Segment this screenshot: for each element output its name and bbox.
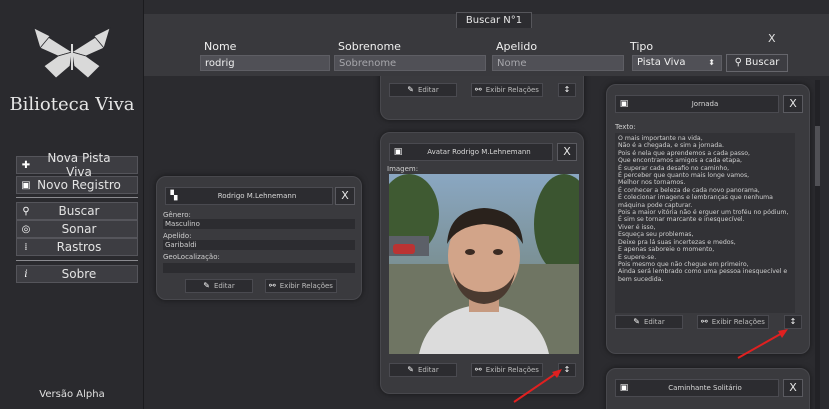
sidebar-divider — [16, 260, 138, 261]
apelido-input[interactable] — [492, 55, 624, 71]
show-relations-button[interactable]: ⚯ Exibir Relações — [471, 83, 543, 97]
edit-button[interactable]: ✎ Editar — [615, 315, 683, 329]
sonar-icon: ◎ — [21, 223, 31, 235]
edit-button-label: Editar — [417, 366, 439, 374]
edit-button-label: Editar — [643, 318, 665, 326]
sidebar-item-label: Rastros — [56, 240, 102, 254]
apelido-value: Garibaldi — [163, 240, 355, 250]
image-icon: ▣ — [393, 147, 403, 157]
relations-icon: ⚯ — [475, 365, 482, 374]
geolocalizacao-label: GeoLocalização: — [163, 253, 220, 261]
updown-arrow-icon: ↕ — [563, 85, 571, 94]
sidebar-item-rastros[interactable]: ⁞ Rastros — [16, 238, 138, 256]
sidebar-item-sonar[interactable]: ◎ Sonar — [16, 220, 138, 238]
butterfly-logo-icon — [33, 27, 111, 79]
app-title: Bilioteca Viva — [9, 94, 135, 115]
sidebar-item-label: Sobre — [61, 267, 97, 281]
version-label: Versão Alpha — [39, 389, 105, 400]
geolocalizacao-value — [163, 263, 355, 273]
genero-value: Masculino — [163, 219, 355, 229]
sidebar-item-label: Novo Registro — [37, 178, 121, 192]
scrollbar-thumb[interactable] — [815, 126, 820, 186]
tipo-selected-value: Pista Viva — [637, 57, 686, 68]
nome-input[interactable] — [200, 55, 330, 71]
sidebar-item-buscar[interactable]: ⚲ Buscar — [16, 202, 138, 220]
nome-label: Nome — [204, 40, 237, 53]
pencil-icon: ✎ — [633, 317, 640, 326]
pencil-icon: ✎ — [203, 281, 210, 290]
avatar-card-title: Avatar Rodrigo M.Lehnemann — [427, 148, 531, 156]
red-annotation-arrow-icon — [737, 329, 788, 359]
new-record-icon: ▣ — [21, 179, 31, 191]
text-record-icon: ▣ — [619, 99, 629, 109]
search-icon: ⚲ — [22, 205, 30, 217]
relations-icon: ⚯ — [475, 85, 482, 94]
image-icon: ▣ — [619, 383, 629, 393]
show-relations-label: Exibir Relações — [279, 282, 333, 290]
close-card-button[interactable]: X — [783, 379, 803, 397]
close-card-button[interactable]: X — [335, 187, 355, 205]
close-card-button[interactable]: X — [783, 95, 803, 113]
avatar-card: ▣ Avatar Rodrigo M.Lehnemann X Imagem: ✎… — [380, 132, 584, 394]
jornada-card-title: Jornada — [691, 100, 719, 108]
show-relations-button[interactable]: ⚯ Exibir Relações — [265, 279, 337, 293]
sidebar-item-label: Buscar — [58, 204, 100, 218]
show-relations-label: Exibir Relações — [485, 86, 539, 94]
avatar-photo — [389, 174, 579, 354]
apelido-label: Apelido: — [163, 232, 192, 240]
caminhante-card: ▣ Caminhante Solitário X — [606, 368, 810, 409]
genero-label: Gênero: — [163, 211, 191, 219]
edit-button-label: Editar — [213, 282, 235, 290]
person-record-icon: ▚ — [170, 191, 178, 201]
texto-body[interactable]: O mais importante na vida, Não é a chega… — [615, 133, 795, 313]
pencil-icon: ✎ — [407, 365, 414, 374]
sidebar-item-label: Sonar — [61, 222, 97, 236]
edit-button-label: Editar — [417, 86, 439, 94]
caminhante-card-title: Caminhante Solitário — [668, 384, 742, 392]
buscar-button[interactable]: ⚲ Buscar — [726, 54, 788, 72]
person-card-title: Rodrigo M.Lehnemann — [217, 192, 297, 200]
sidebar: Bilioteca Viva ✚ Nova Pista Viva ▣ Novo … — [0, 0, 144, 409]
jornada-card: ▣ Jornada X Texto: O mais importante na … — [606, 84, 810, 354]
person-card-header: ▚ Rodrigo M.Lehnemann — [165, 187, 333, 205]
tab-buscar[interactable]: Buscar N°1 — [456, 12, 532, 28]
sidebar-item-novo-registro[interactable]: ▣ Novo Registro — [16, 176, 138, 194]
updown-arrow-icon: ⬍ — [708, 58, 715, 67]
jornada-card-header: ▣ Jornada — [615, 95, 779, 113]
avatar-card-header: ▣ Avatar Rodrigo M.Lehnemann — [389, 143, 553, 161]
tipo-select[interactable]: Pista Viva ⬍ — [632, 55, 722, 71]
sobrenome-input[interactable] — [334, 55, 486, 71]
search-bar: Buscar N°1 Nome Sobrenome Apelido Tipo P… — [144, 12, 829, 76]
partial-card-top: ✎ Editar ⚯ Exibir Relações ↕ — [380, 76, 584, 120]
sidebar-item-label: Nova Pista Viva — [47, 151, 111, 179]
caminhante-card-header: ▣ Caminhante Solitário — [615, 379, 779, 397]
close-card-button[interactable]: X — [557, 143, 577, 161]
pencil-icon: ✎ — [407, 85, 414, 94]
apelido-label: Apelido — [496, 40, 538, 53]
relations-icon: ⚯ — [701, 317, 708, 326]
edit-button[interactable]: ✎ Editar — [185, 279, 253, 293]
edit-button[interactable]: ✎ Editar — [389, 83, 457, 97]
tipo-label: Tipo — [630, 40, 654, 53]
close-search-button[interactable]: X — [768, 32, 776, 45]
new-trail-icon: ✚ — [21, 159, 31, 171]
sidebar-item-nova-pista-viva[interactable]: ✚ Nova Pista Viva — [16, 151, 138, 179]
sidebar-item-sobre[interactable]: i Sobre — [16, 265, 138, 283]
imagem-label: Imagem: — [387, 165, 419, 173]
person-card: ▚ Rodrigo M.Lehnemann X Gênero: Masculin… — [156, 176, 362, 300]
sobrenome-label: Sobrenome — [338, 40, 401, 53]
move-button[interactable]: ↕ — [558, 83, 576, 97]
search-icon: ⚲ — [734, 57, 742, 68]
buscar-button-label: Buscar — [745, 57, 780, 68]
updown-arrow-icon: ↕ — [789, 317, 797, 326]
sidebar-divider — [16, 197, 138, 198]
texto-label: Texto: — [615, 123, 636, 131]
results-area: ✎ Editar ⚯ Exibir Relações ↕ ▚ Rodrigo M… — [144, 76, 829, 409]
edit-button[interactable]: ✎ Editar — [389, 363, 457, 377]
info-icon: i — [24, 268, 28, 280]
relations-icon: ⚯ — [269, 281, 276, 290]
red-annotation-arrow-icon — [513, 369, 562, 403]
footprints-icon: ⁞ — [24, 241, 28, 253]
